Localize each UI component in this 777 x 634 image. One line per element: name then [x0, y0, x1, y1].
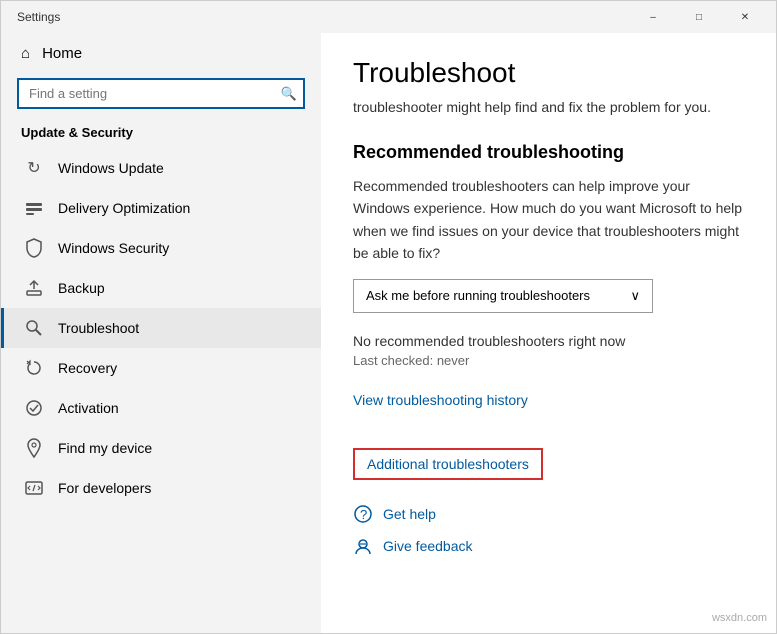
svg-text:?: ?: [360, 507, 367, 522]
sidebar-item-home[interactable]: ⌂ Home: [1, 33, 321, 74]
troubleshoot-icon: [24, 318, 44, 338]
sidebar-item-find-my-device[interactable]: Find my device: [1, 428, 321, 468]
recovery-icon: [24, 358, 44, 378]
sidebar-item-troubleshoot[interactable]: Troubleshoot: [1, 308, 321, 348]
watermark: wsxdn.com: [712, 612, 767, 624]
additional-troubleshooters-link[interactable]: Additional troubleshooters: [367, 456, 529, 472]
give-feedback-item[interactable]: Give feedback: [353, 536, 744, 556]
shield-icon: [24, 238, 44, 258]
recommended-section-title: Recommended troubleshooting: [353, 142, 744, 163]
get-help-item[interactable]: ? Get help: [353, 504, 744, 524]
give-feedback-label: Give feedback: [383, 538, 473, 554]
find-my-device-icon: [24, 438, 44, 458]
sidebar: ⌂ Home 🔍 Update & Security ↻ Windows Upd…: [1, 33, 321, 633]
help-section: ? Get help Give feedback: [353, 504, 744, 556]
home-icon: ⌂: [21, 45, 30, 62]
maximize-button[interactable]: □: [676, 1, 722, 33]
troubleshooter-dropdown[interactable]: Ask me before running troubleshooters ∨: [353, 279, 653, 313]
chevron-down-icon: ∨: [630, 288, 640, 304]
sidebar-item-backup[interactable]: Backup: [1, 268, 321, 308]
page-subtitle: troubleshooter might help find and fix t…: [353, 97, 744, 118]
settings-window: Settings – □ ✕ ⌂ Home 🔍 Update & Securit…: [0, 0, 777, 634]
sidebar-item-label: Windows Update: [58, 160, 164, 176]
get-help-label: Get help: [383, 506, 436, 522]
activation-icon: [24, 398, 44, 418]
sidebar-item-for-developers[interactable]: For developers: [1, 468, 321, 508]
sidebar-home-label: Home: [42, 45, 82, 62]
sidebar-item-windows-security[interactable]: Windows Security: [1, 228, 321, 268]
recommended-section-description: Recommended troubleshooters can help imp…: [353, 175, 744, 265]
additional-troubleshooters-box: Additional troubleshooters: [353, 448, 543, 480]
window-controls: – □ ✕: [630, 1, 768, 33]
sidebar-item-label: Troubleshoot: [58, 320, 139, 336]
page-title: Troubleshoot: [353, 57, 744, 89]
sidebar-item-label: Find my device: [58, 440, 152, 456]
sidebar-item-windows-update[interactable]: ↻ Windows Update: [1, 148, 321, 188]
window-title: Settings: [17, 10, 60, 24]
view-troubleshooting-history-link[interactable]: View troubleshooting history: [353, 392, 528, 408]
view-history-link-container: View troubleshooting history: [353, 392, 744, 428]
last-checked-text: Last checked: never: [353, 353, 744, 368]
no-troubleshooters-text: No recommended troubleshooters right now: [353, 333, 744, 349]
delivery-optimization-icon: [24, 198, 44, 218]
search-box: 🔍: [17, 78, 305, 109]
sidebar-item-label: Windows Security: [58, 240, 169, 256]
minimize-button[interactable]: –: [630, 1, 676, 33]
sidebar-section-title: Update & Security: [1, 121, 321, 148]
sidebar-item-label: Recovery: [58, 360, 117, 376]
sidebar-item-label: For developers: [58, 480, 151, 496]
backup-icon: [24, 278, 44, 298]
sidebar-item-recovery[interactable]: Recovery: [1, 348, 321, 388]
window-content: ⌂ Home 🔍 Update & Security ↻ Windows Upd…: [1, 33, 776, 633]
get-help-icon: ?: [353, 504, 373, 524]
windows-update-icon: ↻: [24, 158, 44, 178]
sidebar-item-activation[interactable]: Activation: [1, 388, 321, 428]
sidebar-item-label: Backup: [58, 280, 105, 296]
sidebar-item-label: Activation: [58, 400, 119, 416]
close-button[interactable]: ✕: [722, 1, 768, 33]
titlebar: Settings – □ ✕: [1, 1, 776, 33]
main-content: Troubleshoot troubleshooter might help f…: [321, 33, 776, 633]
search-icon: 🔍: [281, 86, 297, 102]
sidebar-item-label: Delivery Optimization: [58, 200, 190, 216]
search-input[interactable]: [17, 78, 305, 109]
give-feedback-icon: [353, 536, 373, 556]
for-developers-icon: [24, 478, 44, 498]
dropdown-value: Ask me before running troubleshooters: [366, 288, 590, 303]
sidebar-item-delivery-optimization[interactable]: Delivery Optimization: [1, 188, 321, 228]
